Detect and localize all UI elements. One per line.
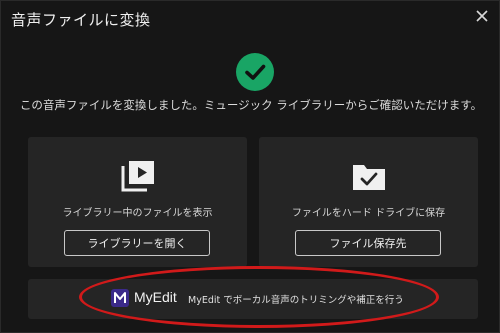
save-card: ファイルをハード ドライブに保存 ファイル保存先	[259, 137, 478, 267]
folder-check-icon	[351, 159, 387, 193]
myedit-brand: MyEdit	[134, 289, 177, 305]
open-library-button[interactable]: ライブラリーを開く	[64, 230, 210, 256]
success-check-icon	[236, 53, 274, 91]
library-card: ライブラリー中のファイルを表示 ライブラリーを開く	[28, 137, 247, 267]
save-card-label: ファイルをハード ドライブに保存	[291, 208, 446, 219]
convert-audio-dialog: 音声ファイルに変換 この音声ファイルを変換しました。ミュージック ライブラリーか…	[0, 0, 500, 333]
conversion-message: この音声ファイルを変換しました。ミュージック ライブラリーからご確認いただけます…	[19, 98, 483, 112]
play-library-icon	[120, 159, 156, 193]
myedit-promo-banner[interactable]: MyEdit MyEdit でボーカル音声のトリミングや補正を行う	[28, 279, 478, 319]
myedit-description: MyEdit でボーカル音声のトリミングや補正を行う	[188, 295, 404, 306]
myedit-logo-icon	[111, 289, 129, 307]
close-icon[interactable]	[473, 7, 491, 25]
save-location-button[interactable]: ファイル保存先	[295, 230, 441, 256]
dialog-title: 音声ファイルに変換	[11, 11, 151, 29]
library-card-label: ライブラリー中のファイルを表示	[62, 208, 213, 219]
